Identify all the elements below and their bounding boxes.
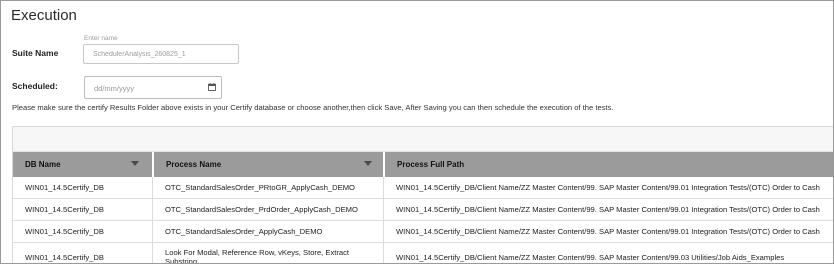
- cell-full-path: WIN01_14.5Certify_DB/Client Name/ZZ Mast…: [383, 221, 833, 242]
- table-row[interactable]: WIN01_14.5Certify_DB OTC_StandardSalesOr…: [13, 177, 833, 199]
- scheduled-date-placeholder: dd/mm/yyyy: [94, 84, 135, 93]
- cell-full-path: WIN01_14.5Certify_DB/Client Name/ZZ Mast…: [383, 177, 833, 198]
- cell-db-name: WIN01_14.5Certify_DB: [25, 183, 104, 192]
- scheduled-label: Scheduled:: [12, 81, 58, 91]
- process-grid: DB Name Process Name Process Full Path W…: [12, 126, 833, 263]
- cell-full-path: WIN01_14.5Certify_DB/Client Name/ZZ Mast…: [383, 199, 833, 220]
- cell-process-name: OTC_StandardSalesOrder_PrdOrder_ApplyCas…: [152, 199, 383, 220]
- grid-header: DB Name Process Name Process Full Path: [13, 152, 833, 177]
- cell-process-name: OTC_StandardSalesOrder_PRtoGR_ApplyCash_…: [152, 177, 383, 198]
- table-row[interactable]: WIN01_14.5Certify_DB Look For Modal, Ref…: [13, 243, 833, 263]
- table-row[interactable]: WIN01_14.5Certify_DB OTC_StandardSalesOr…: [13, 199, 833, 221]
- page-title: Execution: [11, 7, 77, 24]
- cell-full-path: WIN01_14.5Certify_DB/Client Name/ZZ Mast…: [383, 243, 833, 263]
- cell-db-name: WIN01_14.5Certify_DB: [25, 227, 104, 236]
- suite-name-floating-label: Enter name: [84, 35, 118, 42]
- column-header-label: Process Name: [166, 160, 222, 169]
- suite-name-label: Suite Name: [12, 48, 59, 58]
- sort-dropdown-icon[interactable]: [364, 161, 372, 166]
- suite-name-input[interactable]: [83, 44, 239, 64]
- cell-process-name: OTC_StandardSalesOrder_ApplyCash_DEMO: [152, 221, 383, 242]
- grid-body: WIN01_14.5Certify_DB OTC_StandardSalesOr…: [13, 177, 833, 263]
- column-header-process-full-path[interactable]: Process Full Path: [383, 152, 833, 177]
- column-header-label: DB Name: [25, 160, 61, 169]
- scheduled-date-input[interactable]: dd/mm/yyyy: [84, 76, 222, 99]
- cell-db-name: WIN01_14.5Certify_DB: [25, 252, 104, 262]
- table-row[interactable]: WIN01_14.5Certify_DB OTC_StandardSalesOr…: [13, 221, 833, 243]
- cell-db-name: WIN01_14.5Certify_DB: [25, 205, 104, 214]
- cell-process-name: Look For Modal, Reference Row, vKeys, St…: [152, 243, 383, 263]
- column-header-label: Process Full Path: [397, 160, 465, 169]
- column-header-db-name[interactable]: DB Name: [13, 152, 152, 177]
- execution-panel: Execution Suite Name Enter name Schedule…: [0, 0, 834, 264]
- info-message: Please make sure the certify Results Fol…: [12, 103, 614, 112]
- sort-dropdown-icon[interactable]: [131, 161, 139, 166]
- grid-toolbar: [13, 127, 833, 152]
- calendar-icon[interactable]: [208, 83, 216, 91]
- column-header-process-name[interactable]: Process Name: [152, 152, 383, 177]
